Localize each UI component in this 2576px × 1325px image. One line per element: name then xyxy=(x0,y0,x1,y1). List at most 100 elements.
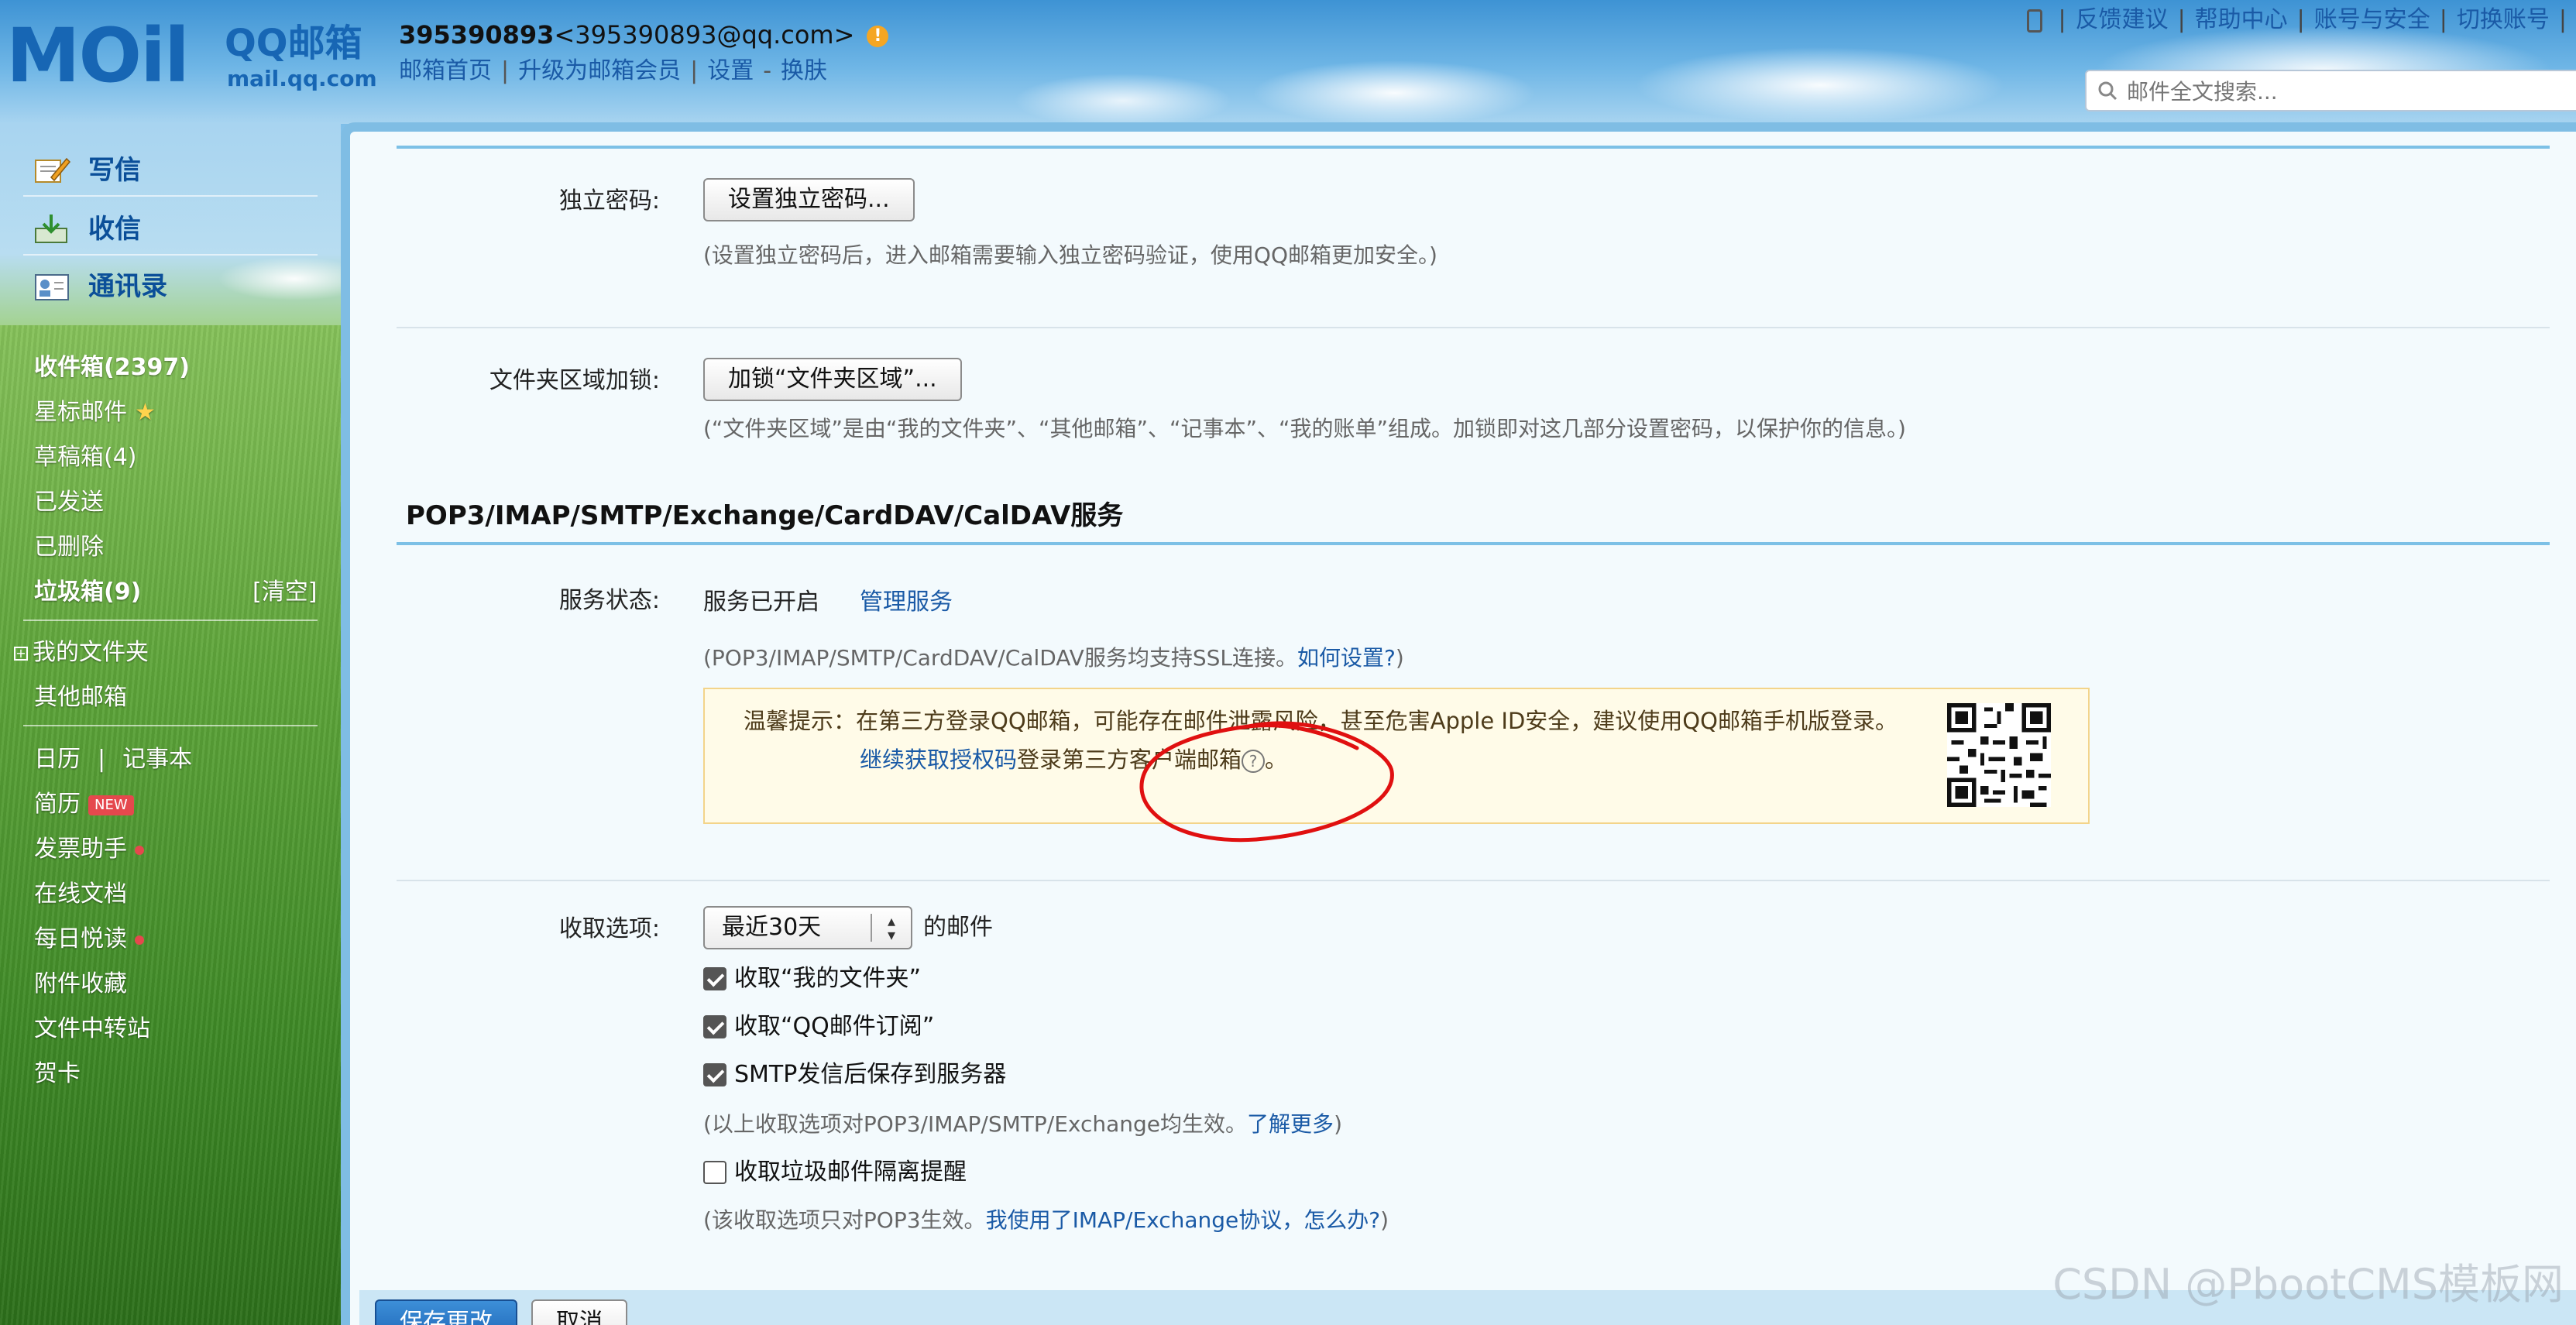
nav-settings[interactable]: 设置 xyxy=(707,57,754,84)
clear-spam-link[interactable]: [清空] xyxy=(252,576,317,609)
option-label: 收取“我的文件夹” xyxy=(734,965,922,992)
section-divider xyxy=(397,542,2550,545)
contacts-icon xyxy=(35,274,69,300)
row-divider xyxy=(397,327,2550,328)
select-arrows-icon: ▴ ▾ xyxy=(871,913,911,942)
manage-service-link[interactable]: 管理服务 xyxy=(860,585,953,620)
sidebar-divider xyxy=(23,195,318,197)
account-nav: 邮箱首页 | 升级为邮箱会员 | 设置 - 换肤 xyxy=(399,57,828,84)
link-help-center[interactable]: 帮助中心 xyxy=(2195,6,2288,33)
folder-starred[interactable]: 星标邮件 ★ xyxy=(34,396,156,429)
fetch-hint-2: (该收取选项只对POP3生效。我使用了IMAP/Exchange协议，怎么办?) xyxy=(703,1205,1389,1236)
set-password-button[interactable]: 设置独立密码... xyxy=(703,178,915,221)
fetch-hint2-suffix: ) xyxy=(1380,1207,1389,1233)
row-divider xyxy=(397,880,2550,881)
folder-other-mailbox[interactable]: 其他邮箱 xyxy=(34,681,127,714)
folder-deleted[interactable]: 已删除 xyxy=(34,531,104,564)
fetch-range-select[interactable]: 最近30天 ▴ ▾ xyxy=(703,906,912,949)
logo-mail-text: MOil xyxy=(6,12,190,99)
warning-icon[interactable]: ! xyxy=(867,26,889,47)
starred-label: 星标邮件 xyxy=(34,399,127,426)
settings-panel: 独立密码: 设置独立密码... (设置独立密码后，进入邮箱需要输入独立密码验证，… xyxy=(341,122,2576,1325)
fetch-hint1-prefix: (以上收取选项对POP3/IMAP/SMTP/Exchange均生效。 xyxy=(703,1111,1248,1137)
mobile-phone-icon[interactable] xyxy=(2027,9,2043,33)
sidebar-compose[interactable]: 写信 xyxy=(33,147,141,194)
folder-lock-label: 文件夹区域加锁: xyxy=(489,367,660,394)
lock-folder-button[interactable]: 加锁“文件夹区域”... xyxy=(703,358,962,401)
folder-lock-hint: (“文件夹区域”是由“我的文件夹”、“其他邮箱”、“记事本”、“我的账单”组成。… xyxy=(703,416,1906,441)
app-transfer[interactable]: 文件中转站 xyxy=(34,1013,150,1045)
red-annotation-circle xyxy=(1139,721,1394,843)
folder-drafts[interactable]: 草稿箱(4) xyxy=(34,441,137,474)
top-right-links: | 反馈建议 | 帮助中心 | 账号与安全 | 切换账号 | xyxy=(2027,5,2576,36)
sidebar-divider xyxy=(23,254,318,256)
account-info: 395390893<395390893@qq.com>! xyxy=(399,19,889,51)
sidebar-receive[interactable]: 收信 xyxy=(33,206,141,252)
app-docs[interactable]: 在线文档 xyxy=(34,878,127,911)
link-switch-account[interactable]: 切换账号 xyxy=(2457,6,2550,33)
save-changes-button[interactable]: 保存更改 xyxy=(375,1299,517,1325)
checkbox-unchecked[interactable] xyxy=(703,1161,726,1184)
sidebar-contacts[interactable]: 通讯录 xyxy=(33,263,167,310)
folder-my-folders[interactable]: + 我的文件夹 xyxy=(14,637,149,669)
folder-spam[interactable]: 垃圾箱(9) xyxy=(34,576,141,609)
option-fetch-subscriptions[interactable]: 收取“QQ邮件订阅” xyxy=(703,1010,934,1044)
fetch-hint2-prefix: (该收取选项只对POP3生效。 xyxy=(703,1207,986,1233)
qr-code-image xyxy=(1947,703,2051,807)
app-cards[interactable]: 贺卡 xyxy=(34,1058,81,1090)
fetch-range-value: 最近30天 xyxy=(722,914,822,941)
link-feedback[interactable]: 反馈建议 xyxy=(2076,6,2169,33)
app-invoice[interactable]: 发票助手 xyxy=(34,833,144,866)
search-input[interactable] xyxy=(2127,76,2561,107)
new-badge: NEW xyxy=(88,795,134,815)
contacts-label: 通讯录 xyxy=(88,271,167,302)
nav-upgrade-vip[interactable]: 升级为邮箱会员 xyxy=(518,57,681,84)
service-status-text: 服务已开启 xyxy=(703,589,819,616)
search-icon xyxy=(2098,81,2117,101)
nav-skin[interactable]: 换肤 xyxy=(781,57,827,84)
checkbox-checked[interactable] xyxy=(703,1015,726,1038)
account-qq-number: 395390893 xyxy=(399,20,555,50)
fetch-options-label: 收取选项: xyxy=(558,915,660,942)
option-label: 收取垃圾邮件隔离提醒 xyxy=(734,1159,967,1186)
fetch-hint-1: (以上收取选项对POP3/IMAP/SMTP/Exchange均生效。了解更多) xyxy=(703,1109,1342,1140)
link-account-security[interactable]: 账号与安全 xyxy=(2314,6,2430,33)
folder-sent[interactable]: 已发送 xyxy=(34,486,104,519)
pop3-section-title: POP3/IMAP/SMTP/Exchange/CardDAV/CalDAV服务 xyxy=(406,500,1124,531)
imap-help-link[interactable]: 我使用了IMAP/Exchange协议，怎么办? xyxy=(986,1207,1381,1233)
option-spam-alert[interactable]: 收取垃圾邮件隔离提醒 xyxy=(703,1155,967,1189)
receive-label: 收信 xyxy=(88,214,141,245)
expand-plus-icon[interactable]: + xyxy=(14,646,28,661)
app-attachments[interactable]: 附件收藏 xyxy=(34,968,127,1001)
cancel-button[interactable]: 取消 xyxy=(531,1299,627,1325)
app-resume[interactable]: 简历 NEW xyxy=(34,788,134,821)
nav-mail-home[interactable]: 邮箱首页 xyxy=(399,57,492,84)
sidebar-divider xyxy=(23,725,318,726)
app-reading[interactable]: 每日悦读 xyxy=(34,923,144,956)
invoice-label: 发票助手 xyxy=(34,836,127,863)
search-box[interactable] xyxy=(2085,70,2576,112)
service-hint: (POP3/IMAP/SMTP/CardDAV/CalDAV服务均支持SSL连接… xyxy=(703,643,1404,674)
checkbox-checked[interactable] xyxy=(703,967,726,990)
checkbox-checked[interactable] xyxy=(703,1063,726,1086)
get-auth-code-link[interactable]: 继续获取授权码 xyxy=(860,747,1017,773)
service-hint-suffix: ) xyxy=(1395,645,1404,671)
notes-link[interactable]: 记事本 xyxy=(122,746,192,773)
fetch-hint1-suffix: ) xyxy=(1334,1111,1342,1137)
password-hint: (设置独立密码后，进入邮箱需要输入独立密码验证，使用QQ邮箱更加安全。) xyxy=(703,242,1437,268)
password-label: 独立密码: xyxy=(558,187,660,215)
grass-background xyxy=(0,325,341,1325)
compose-icon xyxy=(35,157,71,183)
qq-mail-logo[interactable]: MOil QQ邮箱 mail.qq.com xyxy=(6,11,377,99)
reading-label: 每日悦读 xyxy=(34,925,127,953)
folder-inbox[interactable]: 收件箱(2397) xyxy=(34,352,190,384)
compose-label: 写信 xyxy=(88,155,141,186)
notification-dot xyxy=(135,935,144,945)
app-calendar: 日历 | 记事本 xyxy=(34,746,193,773)
calendar-link[interactable]: 日历 xyxy=(34,746,81,773)
option-smtp-save[interactable]: SMTP发信后保存到服务器 xyxy=(703,1058,1006,1092)
notification-dot xyxy=(135,845,144,855)
option-fetch-my-folders[interactable]: 收取“我的文件夹” xyxy=(703,962,921,996)
how-to-setup-link[interactable]: 如何设置? xyxy=(1297,645,1396,671)
learn-more-link[interactable]: 了解更多 xyxy=(1247,1111,1334,1137)
